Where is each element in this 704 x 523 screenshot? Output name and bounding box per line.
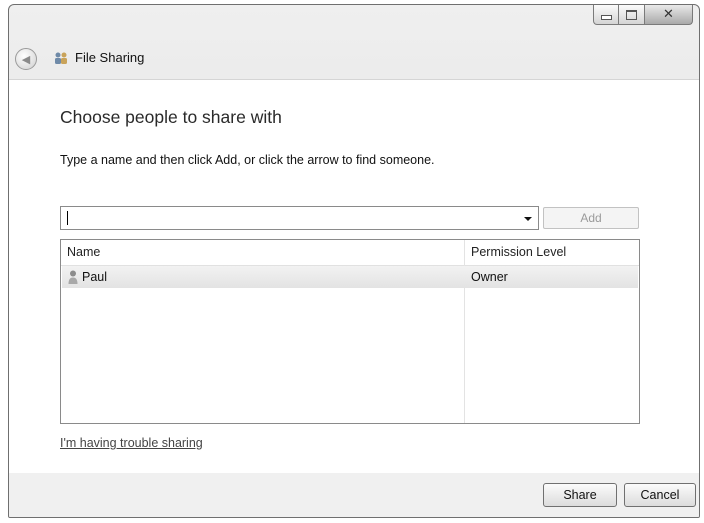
title-row: File Sharing xyxy=(53,50,144,65)
list-row[interactable]: Paul Owner xyxy=(62,266,638,288)
add-button[interactable]: Add xyxy=(543,207,639,229)
share-list[interactable]: Name Permission Level Paul Owner xyxy=(60,239,640,424)
column-header-name[interactable]: Name xyxy=(67,240,100,265)
trouble-sharing-link[interactable]: I'm having trouble sharing xyxy=(60,436,203,450)
column-header-permission[interactable]: Permission Level xyxy=(471,240,566,265)
close-icon: ✕ xyxy=(663,7,674,22)
minimize-icon xyxy=(600,15,612,20)
back-button[interactable]: ◀ xyxy=(15,48,37,70)
file-sharing-window: ✕ ◀ File Sharing Choose people to share … xyxy=(8,4,700,518)
footer-bar: Share Cancel xyxy=(9,473,699,517)
caption-buttons: ✕ xyxy=(593,5,693,25)
minimize-button[interactable] xyxy=(593,5,619,25)
share-button[interactable]: Share xyxy=(543,483,617,507)
name-input[interactable] xyxy=(61,207,523,229)
user-icon xyxy=(68,270,78,284)
content-area: Choose people to share with Type a name … xyxy=(9,79,699,474)
dropdown-arrow-icon[interactable] xyxy=(524,217,532,221)
maximize-button[interactable] xyxy=(619,5,645,25)
row-name-cell: Paul xyxy=(82,270,108,284)
text-caret xyxy=(67,211,68,225)
page-heading: Choose people to share with xyxy=(60,107,282,127)
window-title: File Sharing xyxy=(75,50,145,65)
row-permission-cell[interactable]: Owner xyxy=(471,266,508,288)
cancel-button[interactable]: Cancel xyxy=(624,483,696,507)
maximize-icon xyxy=(626,9,637,20)
list-header: Name Permission Level xyxy=(61,240,639,266)
instructions-text: Type a name and then click Add, or click… xyxy=(60,153,435,167)
name-combobox[interactable] xyxy=(60,206,539,230)
close-button[interactable]: ✕ xyxy=(645,5,693,25)
back-arrow-icon: ◀ xyxy=(21,52,31,66)
file-sharing-icon xyxy=(55,52,67,64)
